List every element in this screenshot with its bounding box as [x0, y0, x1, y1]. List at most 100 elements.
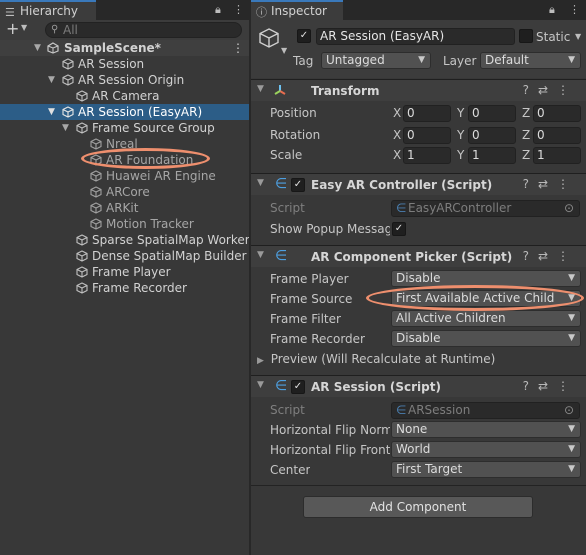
tab-hierarchy[interactable]: ☰ Hierarchy: [0, 0, 96, 20]
tree-item[interactable]: ▼ Frame Source Group: [0, 120, 249, 136]
axis-z-label[interactable]: Z: [522, 147, 530, 163]
tree-item[interactable]: Frame Player: [0, 264, 249, 280]
help-icon[interactable]: ?: [523, 379, 538, 393]
axis-x-label[interactable]: X: [393, 105, 401, 121]
fold-arrow-icon[interactable]: ▼: [62, 120, 69, 136]
tree-item[interactable]: Frame Recorder: [0, 280, 249, 296]
menu-icon[interactable]: ⋮: [557, 83, 578, 97]
tree-item[interactable]: Motion Tracker: [0, 216, 249, 232]
scene-menu-icon[interactable]: ⋮: [232, 40, 244, 56]
frame-filter-label: Frame Filter: [270, 312, 341, 326]
fold-arrow-icon[interactable]: ▼: [34, 40, 41, 56]
preset-icon[interactable]: ⇄: [538, 379, 557, 393]
static-dropdown-icon[interactable]: ▼: [575, 32, 581, 41]
scene-label: SampleScene*: [64, 41, 161, 55]
icon-dropdown-icon[interactable]: ▼: [281, 46, 287, 55]
axis-y-label[interactable]: Y: [457, 147, 464, 163]
horizontal-flip-front-label: Horizontal Flip Front: [270, 443, 390, 457]
tree-item[interactable]: ▼ AR Session Origin: [0, 72, 249, 88]
rotation-y-field[interactable]: 0: [468, 127, 516, 144]
component-icons[interactable]: ?⇄⋮: [523, 177, 578, 191]
add-component-button[interactable]: Add Component: [303, 496, 533, 518]
position-y-field[interactable]: 0: [468, 105, 516, 122]
menu-icon[interactable]: ⋮: [569, 1, 580, 19]
tree-item[interactable]: AR Session: [0, 56, 249, 72]
lock-icon[interactable]: 🔒︎: [215, 1, 221, 19]
transform-header[interactable]: ▼ Transform ?⇄⋮: [251, 79, 586, 101]
easyar-controller-header[interactable]: ▼ ∈ ✓ Easy AR Controller (Script) ?⇄⋮: [251, 173, 586, 195]
scale-z-field[interactable]: 1: [533, 147, 581, 164]
help-icon[interactable]: ?: [523, 177, 538, 191]
tag-dropdown[interactable]: Untagged ▼: [321, 52, 431, 69]
fold-arrow-icon[interactable]: ▼: [257, 84, 264, 94]
rotation-label: Rotation: [270, 128, 321, 142]
frame-recorder-dropdown[interactable]: Disable ▼: [391, 330, 581, 347]
help-icon[interactable]: ?: [523, 83, 538, 97]
component-icons[interactable]: ?⇄⋮: [523, 249, 578, 263]
gameobject-cube-icon: [90, 138, 102, 150]
menu-icon[interactable]: ⋮: [557, 177, 578, 191]
menu-icon[interactable]: ⋮: [557, 249, 578, 263]
object-name-field[interactable]: AR Session (EasyAR): [316, 28, 515, 45]
component-enabled-checkbox[interactable]: ✓: [291, 178, 305, 192]
axis-z-label[interactable]: Z: [522, 127, 530, 143]
script-icon: ∈: [396, 403, 407, 417]
frame-filter-dropdown[interactable]: All Active Children ▼: [391, 310, 581, 327]
fold-arrow-icon[interactable]: ▼: [257, 178, 264, 188]
preset-icon[interactable]: ⇄: [538, 249, 557, 263]
tree-item-label: ARCore: [106, 185, 150, 199]
tab-inspector[interactable]: ⓘ Inspector: [251, 0, 343, 20]
tree-item[interactable]: Dense SpatialMap Builder: [0, 248, 249, 264]
scale-x-field[interactable]: 1: [403, 147, 451, 164]
static-checkbox[interactable]: [519, 29, 533, 43]
search-input[interactable]: ⚲ All: [45, 22, 242, 38]
axis-y-label[interactable]: Y: [457, 105, 464, 121]
axis-x-label[interactable]: X: [393, 127, 401, 143]
tree-item-selected[interactable]: ▼ AR Session (EasyAR): [0, 104, 249, 120]
object-picker-icon[interactable]: ⊙: [564, 201, 574, 216]
scale-y-field[interactable]: 1: [468, 147, 516, 164]
tree-item[interactable]: ARCore: [0, 184, 249, 200]
tree-item[interactable]: Sparse SpatialMap Worker: [0, 232, 249, 248]
add-button[interactable]: +: [6, 19, 19, 38]
menu-icon[interactable]: ⋮: [233, 1, 244, 19]
popup-checkbox[interactable]: ✓: [392, 222, 406, 236]
position-x-field[interactable]: 0: [403, 105, 451, 122]
add-dropdown-icon[interactable]: ▼: [21, 23, 27, 32]
axis-x-label[interactable]: X: [393, 147, 401, 163]
component-enabled-checkbox[interactable]: ✓: [291, 380, 305, 394]
position-z-field[interactable]: 0: [533, 105, 581, 122]
lock-icon[interactable]: 🔒︎: [549, 1, 555, 19]
tree-item[interactable]: ARKit: [0, 200, 249, 216]
tree-item[interactable]: AR Camera: [0, 88, 249, 104]
help-icon[interactable]: ?: [523, 249, 538, 263]
object-picker-icon[interactable]: ⊙: [564, 403, 574, 418]
preset-icon[interactable]: ⇄: [538, 83, 557, 97]
axis-y-label[interactable]: Y: [457, 127, 464, 143]
component-icons[interactable]: ?⇄⋮: [523, 379, 578, 393]
fold-arrow-icon[interactable]: ▼: [257, 380, 264, 390]
horizontal-flip-front-dropdown[interactable]: World ▼: [391, 441, 581, 458]
center-dropdown[interactable]: First Target ▼: [391, 461, 581, 478]
horizontal-flip-normal-dropdown[interactable]: None ▼: [391, 421, 581, 438]
scene-row[interactable]: ▼ SampleScene* ⋮: [0, 40, 249, 56]
ar-session-header[interactable]: ▼ ∈ ✓ AR Session (Script) ?⇄⋮: [251, 375, 586, 397]
fold-arrow-icon[interactable]: ▶: [257, 356, 264, 366]
fold-arrow-icon[interactable]: ▼: [48, 104, 55, 120]
tree-item-label: ARKit: [106, 201, 139, 215]
tree-item-label: AR Session Origin: [78, 73, 185, 87]
active-checkbox[interactable]: ✓: [297, 29, 311, 43]
component-icons[interactable]: ?⇄⋮: [523, 83, 578, 97]
menu-icon[interactable]: ⋮: [557, 379, 578, 393]
component-picker-header[interactable]: ▼ ∈ AR Component Picker (Script) ?⇄⋮: [251, 245, 586, 267]
fold-arrow-icon[interactable]: ▼: [48, 72, 55, 88]
rotation-x-field[interactable]: 0: [403, 127, 451, 144]
axis-z-label[interactable]: Z: [522, 105, 530, 121]
rotation-z-field[interactable]: 0: [533, 127, 581, 144]
hierarchy-toolbar: + ▼ ⚲ All: [0, 19, 249, 41]
fold-arrow-icon[interactable]: ▼: [257, 250, 264, 260]
tree-item[interactable]: Huawei AR Engine: [0, 168, 249, 184]
preview-foldout[interactable]: ▶ Preview (Will Recalculate at Runtime): [257, 351, 495, 367]
layer-dropdown[interactable]: Default ▼: [480, 52, 581, 69]
preset-icon[interactable]: ⇄: [538, 177, 557, 191]
